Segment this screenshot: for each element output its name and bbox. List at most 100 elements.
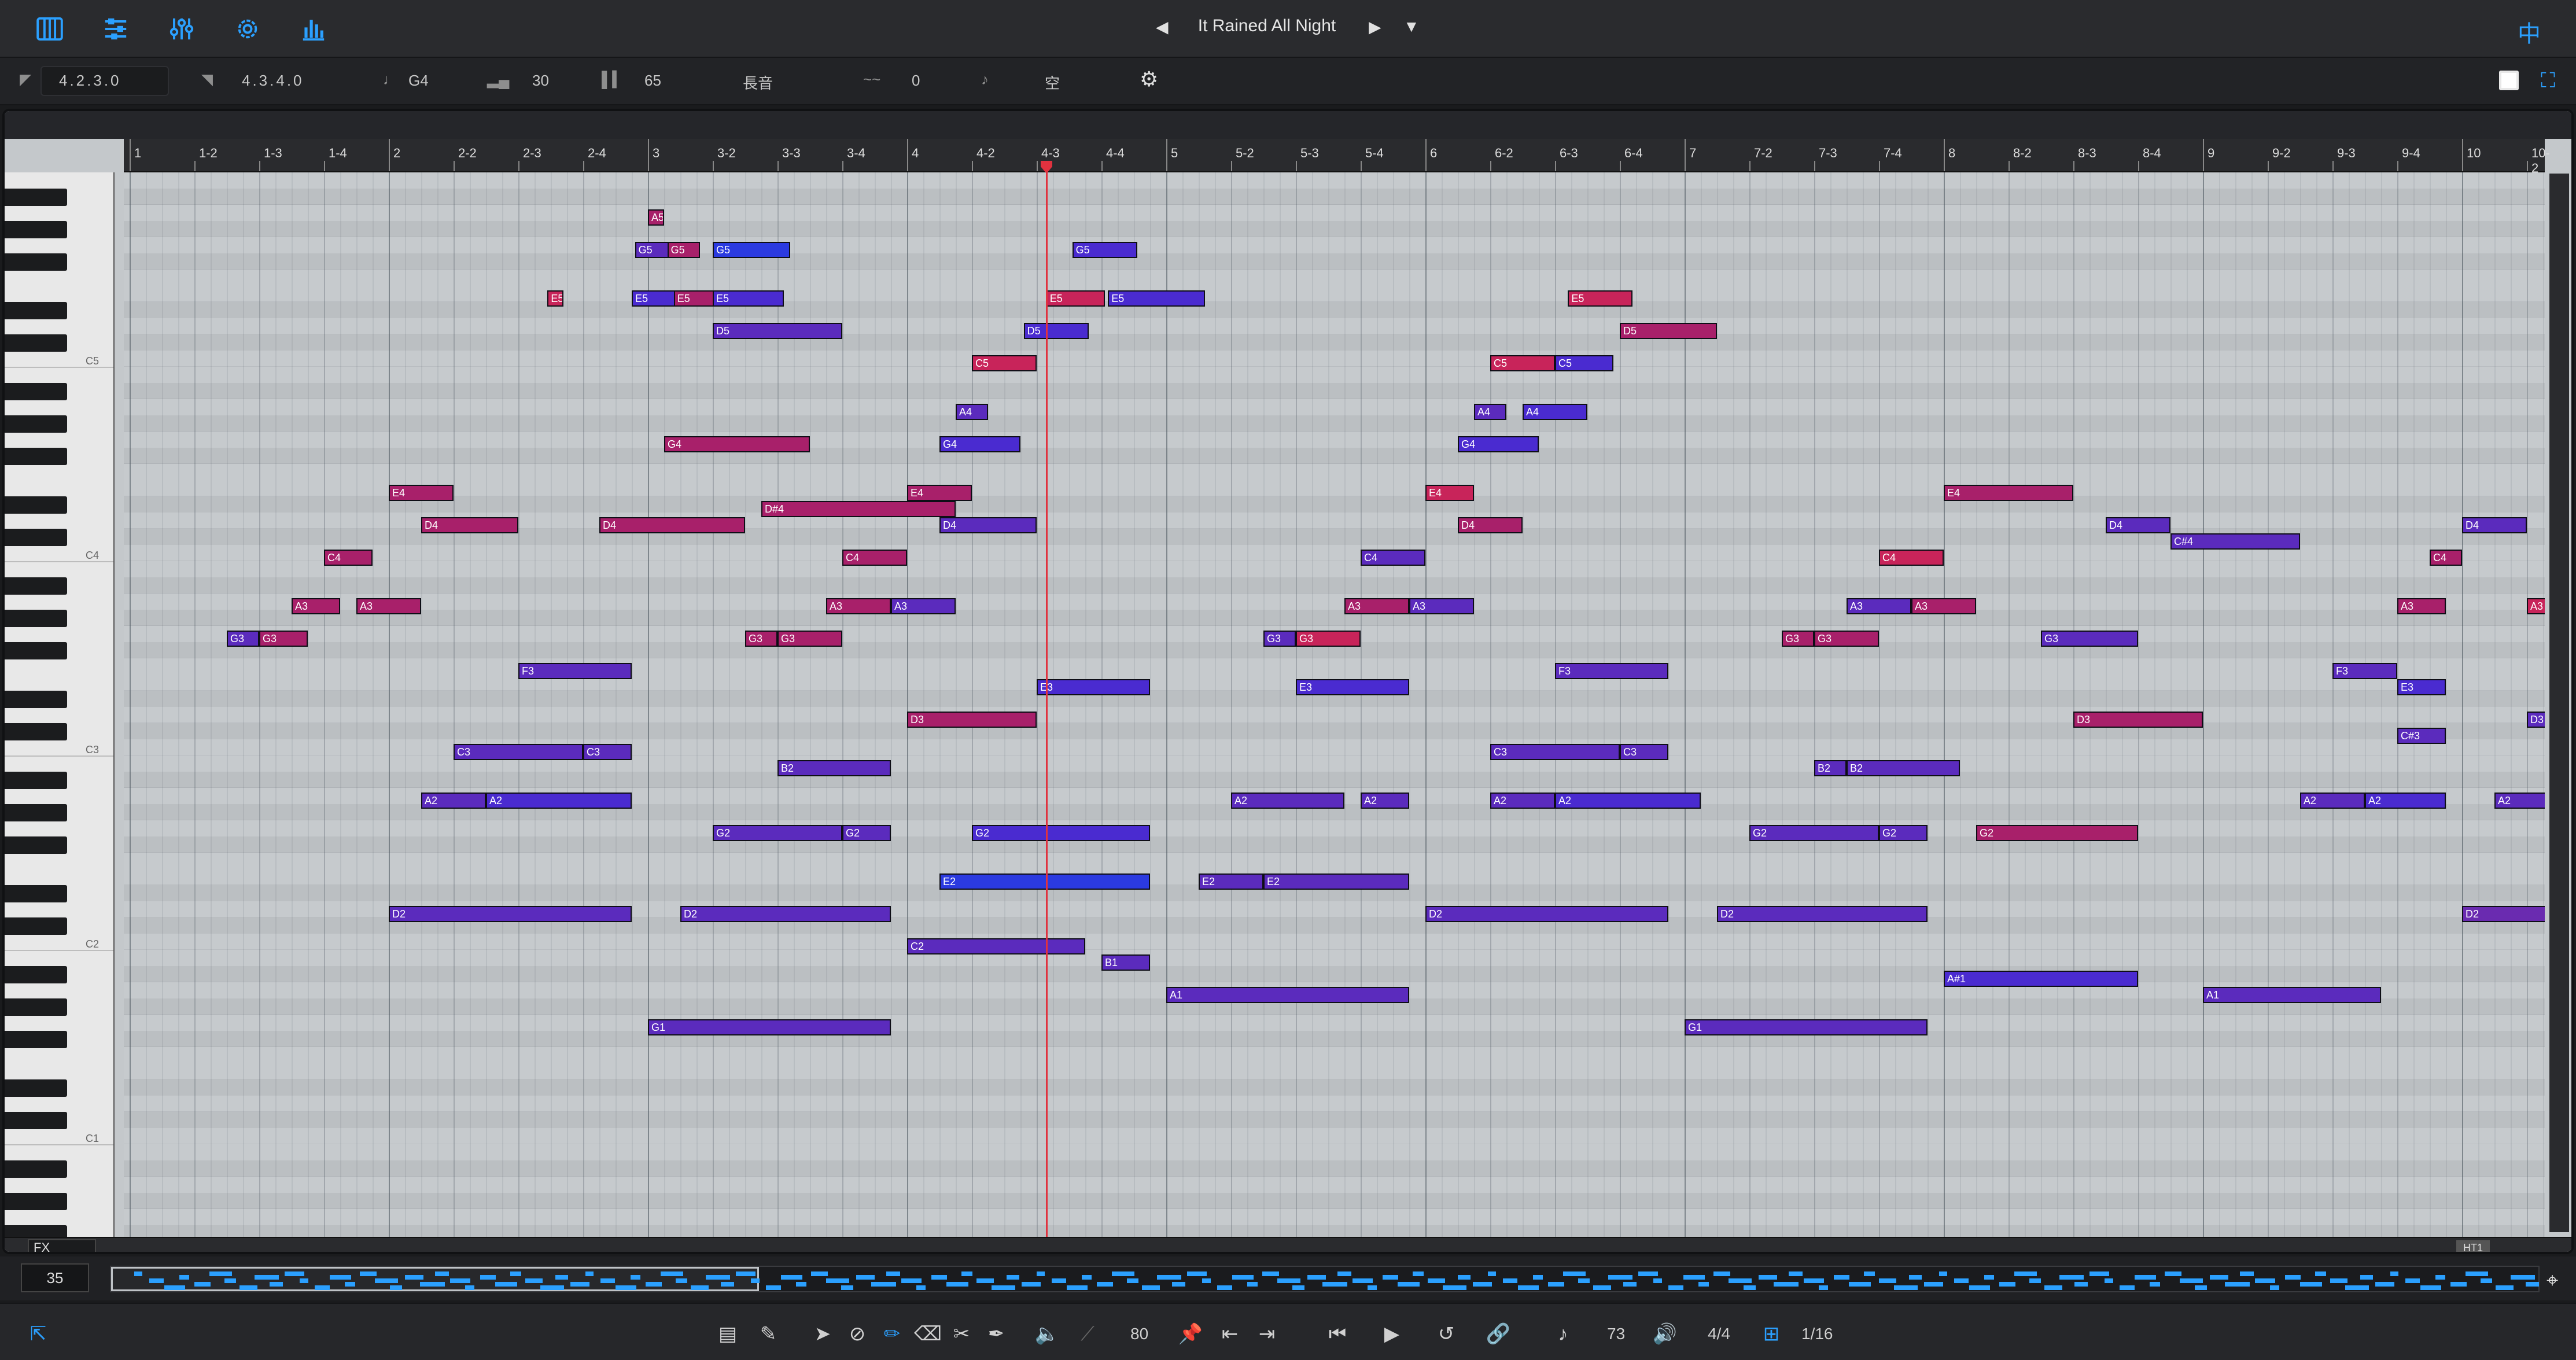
grid-snap-icon[interactable]: ⊞	[1759, 1321, 1784, 1347]
quantize-value[interactable]: 1/16	[1801, 1325, 1833, 1343]
note-block[interactable]: C4	[2430, 550, 2462, 566]
velocity-tool-value[interactable]: 80	[1130, 1325, 1148, 1343]
note-block[interactable]: A3	[2527, 598, 2545, 614]
locate-crosshair-icon[interactable]: ⌖	[2546, 1268, 2558, 1293]
note-block[interactable]: A1	[2203, 987, 2381, 1003]
note-block[interactable]: A3	[356, 598, 421, 614]
black-key[interactable]	[5, 334, 67, 352]
gate-value[interactable]: 65	[644, 72, 661, 90]
note-block[interactable]: D4	[421, 517, 518, 533]
black-key[interactable]	[5, 836, 67, 854]
note-grid[interactable]: A5 G5 G5 G5 G5 E5 E5 E5 E5 E5 E5 E5 D5 D5 D5 C5 C5 C5 A4 A4…	[124, 172, 2545, 1237]
black-key[interactable]	[5, 383, 67, 400]
black-key[interactable]	[5, 1079, 67, 1097]
note-block[interactable]: C#3	[2397, 728, 2446, 744]
note-block[interactable]: C3	[1620, 744, 1668, 760]
note-block[interactable]: A2	[2300, 793, 2365, 809]
marker-lane[interactable]	[5, 111, 2571, 139]
note-block[interactable]: C3	[583, 744, 632, 760]
note-block[interactable]: A3	[1911, 598, 1976, 614]
note-block[interactable]: D4	[599, 517, 745, 533]
velocity-value[interactable]: 30	[532, 72, 549, 90]
piano-keyboard[interactable]: C5 C4 C3 C2 C1	[5, 172, 115, 1243]
note-block[interactable]: A2	[1361, 793, 1409, 809]
black-key[interactable]	[5, 804, 67, 821]
language-toggle[interactable]: 中	[2518, 15, 2541, 49]
note-block[interactable]: C3	[454, 744, 583, 760]
note-block[interactable]: C4	[842, 550, 907, 566]
note-block[interactable]: E3	[2397, 679, 2446, 695]
black-key[interactable]	[5, 448, 67, 465]
black-key[interactable]	[5, 302, 67, 319]
note-block[interactable]: G3	[777, 631, 842, 647]
marker-tool-icon[interactable]: ✒	[983, 1321, 1009, 1347]
note-block[interactable]: C5	[1490, 355, 1555, 371]
loop-button[interactable]: ↺	[1433, 1321, 1459, 1347]
edit-mode-icon[interactable]: ✎	[756, 1321, 781, 1347]
note-block[interactable]: E2	[939, 874, 1150, 890]
note-block[interactable]: A#1	[1944, 971, 2138, 987]
black-key[interactable]	[5, 221, 67, 238]
note-block[interactable]: A3	[1409, 598, 1474, 614]
note-block[interactable]: E5	[1046, 290, 1105, 307]
note-block[interactable]: C2	[907, 938, 1085, 954]
note-settings-gear-icon[interactable]: ⚙	[1140, 67, 1158, 91]
note-block[interactable]: B1	[1101, 954, 1150, 971]
fx-lane[interactable]: FX HT1	[5, 1237, 2571, 1252]
note-block[interactable]: D#4	[761, 501, 956, 517]
window-mode-icon[interactable]	[2499, 71, 2519, 90]
note-block[interactable]: F3	[1555, 663, 1668, 679]
black-key[interactable]	[5, 189, 67, 206]
bar-chart-icon[interactable]	[297, 13, 330, 45]
black-key[interactable]	[5, 642, 67, 659]
note-block[interactable]: G1	[1685, 1019, 1928, 1035]
vertical-scrollbar[interactable]	[2549, 174, 2569, 1232]
note-block[interactable]: A2	[1555, 793, 1701, 809]
note-block[interactable]: D4	[2462, 517, 2527, 533]
note-block[interactable]: A2	[2365, 793, 2446, 809]
note-block[interactable]: E4	[1944, 485, 2073, 501]
note-block[interactable]: G5	[1072, 242, 1137, 258]
note-block[interactable]: A3	[1344, 598, 1409, 614]
note-block[interactable]: A3	[292, 598, 340, 614]
note-block[interactable]: D2	[1717, 906, 1928, 922]
note-block[interactable]: E5	[713, 290, 784, 307]
note-block[interactable]: E2	[1263, 874, 1409, 890]
pin-icon[interactable]: 📌	[1178, 1321, 1203, 1347]
note-block[interactable]: E2	[1199, 874, 1263, 890]
black-key[interactable]	[5, 691, 67, 708]
note-block[interactable]: A4	[1474, 404, 1506, 420]
note-name-value[interactable]: G4	[408, 72, 429, 90]
note-block[interactable]: G4	[664, 436, 810, 452]
speaker-volume-icon[interactable]: 🔊	[1652, 1321, 1678, 1347]
note-block[interactable]: G2	[1879, 825, 1928, 841]
pitch-bend-value[interactable]: 0	[912, 72, 920, 90]
note-block[interactable]: G3	[745, 631, 777, 647]
note-block[interactable]: D4	[939, 517, 1037, 533]
rewind-button[interactable]: ⏮	[1325, 1321, 1350, 1347]
note-block[interactable]: G3	[1263, 631, 1296, 647]
note-block[interactable]: B2	[1847, 760, 1960, 776]
black-key[interactable]	[5, 1160, 67, 1178]
note-block[interactable]: E5	[1108, 290, 1206, 307]
pencil-tool-icon[interactable]: ✏	[879, 1321, 905, 1347]
song-menu-dropdown[interactable]: ▼	[1403, 17, 1420, 36]
note-block[interactable]: B2	[777, 760, 891, 776]
note-block[interactable]: D2	[389, 906, 632, 922]
next-song-button[interactable]: ▶	[1369, 17, 1381, 36]
mute-tool-icon[interactable]: ⊘	[845, 1321, 870, 1347]
jump-end-icon[interactable]: ⇥	[1254, 1321, 1280, 1347]
overview-view-window[interactable]	[111, 1267, 759, 1291]
note-block[interactable]: G3	[259, 631, 308, 647]
note-block[interactable]: G2	[1749, 825, 1879, 841]
scissors-tool-icon[interactable]: ✂	[949, 1321, 974, 1347]
line-tool-icon[interactable]: ⟋	[1075, 1321, 1100, 1347]
fx-label[interactable]: FX	[28, 1239, 96, 1252]
note-block[interactable]: A3	[826, 598, 891, 614]
link-share-icon[interactable]: ⇱	[25, 1321, 51, 1347]
play-button[interactable]: ▶	[1379, 1321, 1405, 1347]
note-block[interactable]: G1	[648, 1019, 891, 1035]
song-title[interactable]: It Rained All Night	[1157, 16, 1377, 36]
note-block[interactable]: G3	[227, 631, 259, 647]
overview-track[interactable]	[110, 1266, 2540, 1292]
